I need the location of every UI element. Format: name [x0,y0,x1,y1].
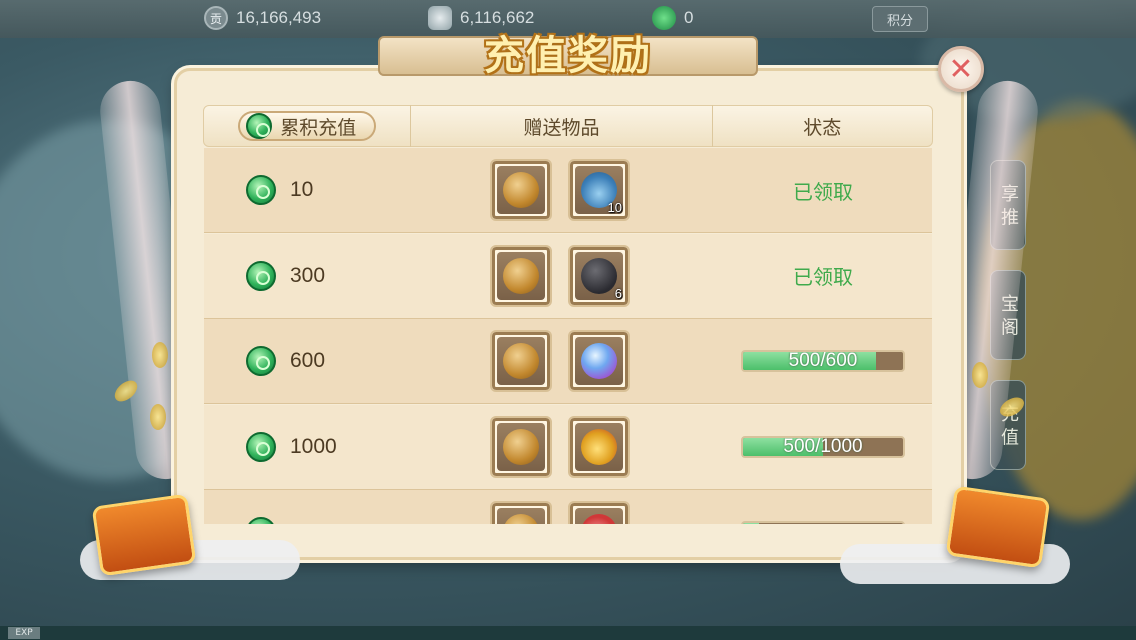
silver-bag-icon [503,172,539,208]
jade-icon [246,346,276,376]
item-frame [497,166,545,214]
recharge-amount: 10 [204,175,412,205]
item-frame [497,422,545,471]
item-frame [497,337,545,385]
cumulative-tab[interactable]: 累积充值 [238,111,377,141]
exp-label: EXP [8,627,40,639]
claimed-label: 已领取 [793,179,853,204]
gift-item-slot[interactable]: 10 [568,159,630,221]
treasure-chest-left [91,493,197,577]
item-quantity: 6 [614,285,622,301]
points-button[interactable]: 积分 [872,6,928,32]
column-header-status: 状态 [803,116,842,139]
jade-icon [246,431,276,462]
gift-item-slot[interactable] [490,415,552,478]
reward-status: 500/1000 [714,435,932,458]
reward-status: 500/600 [714,350,932,372]
gift-items [412,415,714,478]
gift-item-slot[interactable] [568,330,630,392]
gift-item-slot[interactable] [490,159,552,221]
item-frame [497,508,545,524]
item-frame [497,251,545,300]
progress-text: 500/600 [788,350,858,371]
recharge-amount: 1000 [204,431,412,462]
dialog-title: 充值奖励 [484,33,652,79]
gold-coin-decoration [150,404,166,430]
gold-coin-decoration [972,362,988,388]
silver-bag-icon [503,514,539,524]
gift-items: 10 [412,159,714,221]
red-bag-icon [581,514,617,524]
reward-row: 1000 500/1000 [204,404,932,490]
silver-bag-icon [503,257,539,294]
reward-status [714,521,932,524]
contribution-icon: 贡 [204,6,228,30]
amount-value: 1000 [290,434,337,458]
jade-icon [246,260,276,291]
column-header-gifts: 赠送物品 [411,105,713,147]
item-frame [575,422,623,471]
gold-coin-decoration [152,342,168,368]
item-frame [575,508,623,524]
gift-items: 6 [412,244,714,307]
progress-text [743,523,903,524]
gift-item-slot[interactable] [568,501,630,524]
exp-bar [0,626,1136,640]
progress-bar: 500/1000 [741,435,905,458]
reward-row [204,490,932,524]
lucky-bag-icon [581,428,617,465]
close-icon: ✕ [948,51,974,87]
gift-item-slot[interactable] [490,501,552,524]
progress-bar [741,521,905,524]
table-header: 累积充值 赠送物品 状态 [203,105,933,147]
recharge-amount: 300 [204,260,412,291]
item-quantity: 10 [607,200,622,215]
column-header-cumulative[interactable]: 累积充值 [204,105,412,147]
recharge-amount: 600 [204,346,412,376]
recharge-amount [204,517,412,524]
gift-items [412,330,714,392]
reward-row: 300 6 已领取 [204,233,932,319]
crystal-orb-icon [581,343,617,379]
gift-item-slot[interactable] [490,244,552,307]
claimed-label: 已领取 [793,265,853,289]
gift-item-slot[interactable] [568,415,630,478]
reward-status: 已领取 [714,176,932,205]
gift-item-slot[interactable] [490,330,552,392]
progress-text: 500/1000 [783,435,863,457]
contribution-resource: 贡 16,166,493 [204,6,321,30]
jade-icon [246,175,276,205]
gift-items [412,501,714,524]
item-frame [575,337,623,385]
amount-value: 10 [290,178,314,201]
gift-item-slot[interactable]: 6 [568,244,630,307]
amount-value: 600 [290,349,326,372]
treasure-chest-right [945,485,1051,569]
cumulative-label: 累积充值 [280,116,357,139]
jade-icon [246,517,276,524]
contribution-value: 16,166,493 [236,8,322,27]
silver-bag-icon [503,428,539,465]
jade-icon [246,113,273,139]
reward-row: 600 500/600 [204,319,932,404]
progress-bar: 500/600 [741,350,905,372]
amount-value: 300 [290,263,326,287]
reward-row: 10 10 已领取 [204,148,932,233]
reward-list[interactable]: 10 10 已领取 300 6 已领取 600 500/600 1000 500/1000 [204,148,932,524]
reward-status: 已领取 [714,261,932,290]
silver-bag-icon [503,343,539,379]
black-stone-icon [581,257,617,294]
close-button[interactable]: ✕ [938,46,984,92]
